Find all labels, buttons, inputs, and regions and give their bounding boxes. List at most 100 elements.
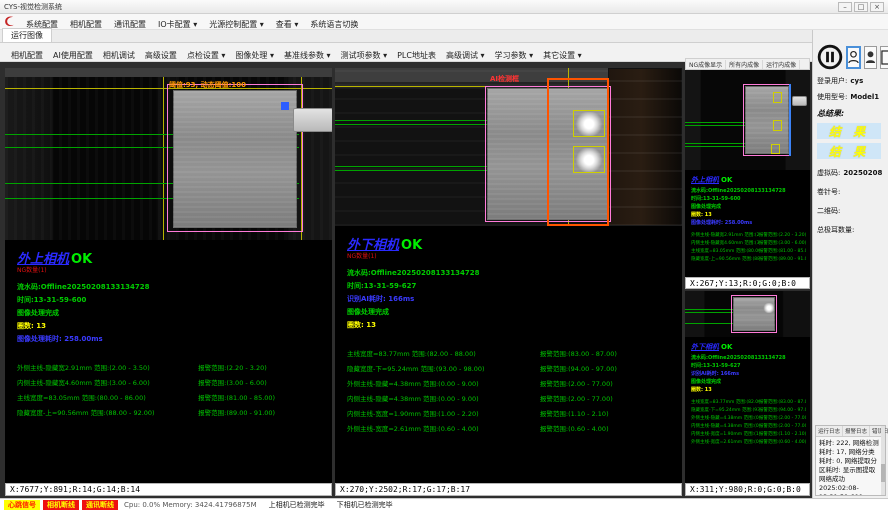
camera-view-lower: AI检测框 外下相机OK NG数量(1) 流水码:Offline20250208…	[335, 68, 682, 483]
measurement-name: 隐藏宽度-上=90.56mm 范围:(88.00 - 92.00)	[691, 256, 759, 264]
status-badge: 相机断线	[43, 500, 79, 510]
info-lines: 流水码:Offline20250208133134728时间:13-31-59-…	[691, 354, 806, 394]
status-ok: OK	[721, 176, 732, 184]
info-line: 时间:13-31-59-600	[691, 195, 806, 203]
pause-button[interactable]	[817, 44, 843, 70]
minimize-button[interactable]: –	[838, 2, 852, 12]
measurement-row: 外侧主线-隐藏宽2.91mm 范围:(2.00 - 3.50) 报警范围:(2.…	[691, 232, 806, 240]
log-scrollbar[interactable]	[881, 426, 885, 495]
info-line: 时间:13-31-59-600	[17, 294, 324, 307]
measurement-alarm: 报警范围:(89.00 - 91.00)	[759, 256, 806, 264]
baseline	[685, 146, 747, 147]
menu-item[interactable]: 系统语言切换	[304, 20, 364, 29]
electrode-block	[173, 90, 297, 228]
toolbar-item[interactable]: 相机调试	[98, 51, 140, 60]
measurement-alarm: 报警范围:(2.20 - 3.20)	[198, 361, 324, 376]
result-text-upper: 外上相机OK NG数量(1) 流水码:Offline20250208133134…	[5, 240, 332, 421]
feature-box	[773, 92, 782, 103]
machine-structure	[608, 68, 682, 226]
camera-image-upper[interactable]: 阈值:93, 动态阈值:100	[5, 68, 332, 240]
info-field: 虚拟码: 20250208	[817, 168, 885, 178]
info-line: 流水码:Offline20250208133134728	[691, 354, 806, 362]
measurement-alarm: 报警范围:(83.00 - 87.00)	[540, 347, 674, 362]
window-controls: – □ ×	[838, 2, 884, 12]
field-value[interactable]: cys	[850, 77, 863, 85]
measurement-alarm: 报警范围:(94.00 - 97.00)	[759, 407, 806, 415]
menu-item[interactable]: 查看 ▾	[270, 20, 305, 29]
mini-result-text-lower: 外下相机OK 流水码:Offline20250208133134728时间:13…	[685, 337, 810, 447]
info-line: 圈数: 13	[691, 386, 806, 394]
toolbar-item[interactable]: 图像处理 ▾	[230, 51, 279, 60]
close-button[interactable]: ×	[870, 2, 884, 12]
toolbar-item[interactable]: 相机配置	[6, 51, 48, 60]
measurement-alarm: 报警范围:(0.60 - 4.00)	[540, 422, 674, 437]
tab-run-image[interactable]: 运行图像	[2, 28, 52, 42]
info-line: 流水码:Offline20250208133134728	[691, 187, 806, 195]
mini-image-lower[interactable]	[685, 291, 810, 337]
measurement-name: 主线宽度=83.77mm 范围:(82.00 - 88.00)	[691, 399, 759, 407]
toolbar-item[interactable]: 学习参数 ▾	[490, 51, 539, 60]
measurement-row: 主线宽度=83.77mm 范围:(82.00 - 88.00) 报警范围:(83…	[347, 347, 674, 362]
info-field: 卷针号:	[817, 187, 885, 197]
measurement-name: 外侧主线-宽度=2.61mm 范围:(0.60 - 4.00)	[347, 422, 540, 437]
toolbar-item[interactable]: 其它设置 ▾	[538, 51, 587, 60]
camera-image-lower[interactable]: AI检测框	[335, 68, 682, 226]
toolbar-item[interactable]: PLC地址表	[392, 51, 441, 60]
toolbar-item[interactable]: 基准线参数 ▾	[279, 51, 336, 60]
gripper-clip	[792, 96, 807, 106]
admin-button[interactable]	[864, 46, 877, 69]
measurement-alarm: 报警范围:(2.00 - 77.00)	[540, 392, 674, 407]
menu-item[interactable]: 光源控制配置 ▾	[203, 20, 270, 29]
camera-name: 外上相机	[17, 252, 69, 267]
measurement-list: 外侧主线-隐藏宽2.91mm 范围:(2.00 - 3.50) 报警范围:(2.…	[691, 232, 806, 264]
measurement-row: 外侧主线-隐藏=4.38mm 范围:(0.00 - 9.00) 报警范围:(2.…	[347, 377, 674, 392]
mini-image-upper[interactable]	[685, 70, 810, 170]
maximize-button[interactable]: □	[854, 2, 868, 12]
mini-view-tab[interactable]: 所有内成像	[726, 60, 763, 69]
camera-name: 外下相机	[347, 238, 399, 253]
mini-view-tab[interactable]: 运行内成像	[763, 60, 800, 69]
log-scrollbar-thumb[interactable]	[881, 464, 885, 482]
field-label: 虚拟码:	[817, 168, 840, 178]
pixel-status-upper: X:7677;Y:891;R:14;G:14;B:14	[5, 483, 332, 496]
toolbar-item[interactable]: 高级调试 ▾	[441, 51, 490, 60]
info-line: 圈数: 13	[347, 319, 674, 332]
exit-button[interactable]	[880, 46, 888, 69]
mini-view-tab[interactable]: NG成像显示	[686, 60, 726, 69]
toolbar-item[interactable]: 点检设置 ▾	[182, 51, 231, 60]
operator-button[interactable]	[846, 46, 861, 69]
feature-box	[573, 110, 605, 137]
pixel-status-mini-upper: X:267;Y:13;R:0;G:0;B:0	[685, 277, 810, 289]
measurement-name: 内侧主线-宽度=1.90mm 范围:(1.00 - 2.20)	[691, 431, 759, 439]
menu-item[interactable]: 相机配置	[64, 20, 108, 29]
log-tab[interactable]: 错误日志	[870, 426, 888, 436]
toolbar-item[interactable]: AI使用配置	[48, 51, 98, 60]
menu-item[interactable]: IO卡配置 ▾	[152, 20, 203, 29]
menu-item[interactable]: 通讯配置	[108, 20, 152, 29]
field-label: 二维码:	[817, 206, 840, 216]
result-text-lower: 外下相机OK NG数量(1) 流水码:Offline20250208133134…	[335, 226, 682, 437]
tab-strip: 运行图像	[0, 30, 812, 43]
status-badges: 心跳信号相机断线通讯断线	[4, 500, 118, 510]
edge-line	[789, 84, 791, 156]
info-line: 识别AI耗时: 166ms	[691, 370, 806, 378]
info-line: 图像处理耗时: 258.00ms	[691, 219, 806, 227]
pixel-status-lower: X:270;Y:2502;R:17;G:17;B:17	[335, 483, 682, 496]
info-line: 流水码:Offline20250208133134728	[17, 281, 324, 294]
user-icon	[848, 50, 859, 65]
ng-note: NG数量(1)	[17, 267, 324, 274]
log-tab[interactable]: 报警日志	[843, 426, 870, 436]
control-panel: 登录用户: cys 使用型号: Model1 总结果: 结 果 结 果 虚拟码:…	[812, 30, 888, 498]
info-line: 流水码:Offline20250208133134728	[347, 267, 674, 280]
toolbar-item[interactable]: 测试项参数 ▾	[336, 51, 393, 60]
measurement-name: 内侧主线-隐藏=4.38mm 范围:(0.00 - 9.00)	[691, 423, 759, 431]
camera-name: 外下相机	[691, 343, 719, 351]
toolbar-item[interactable]: 高级设置	[140, 51, 182, 60]
info-line: 圈数: 13	[17, 320, 324, 333]
baseline	[685, 312, 733, 313]
log-tab[interactable]: 运行日志	[816, 426, 843, 436]
field-value: 20250208	[843, 169, 882, 177]
measurement-name: 内侧主线-宽度=1.90mm 范围:(1.00 - 2.20)	[347, 407, 540, 422]
field-value[interactable]: Model1	[850, 93, 879, 101]
system-status-bar: 心跳信号相机断线通讯断线 Cpu: 0.0% Memory: 3424.4179…	[0, 498, 888, 511]
